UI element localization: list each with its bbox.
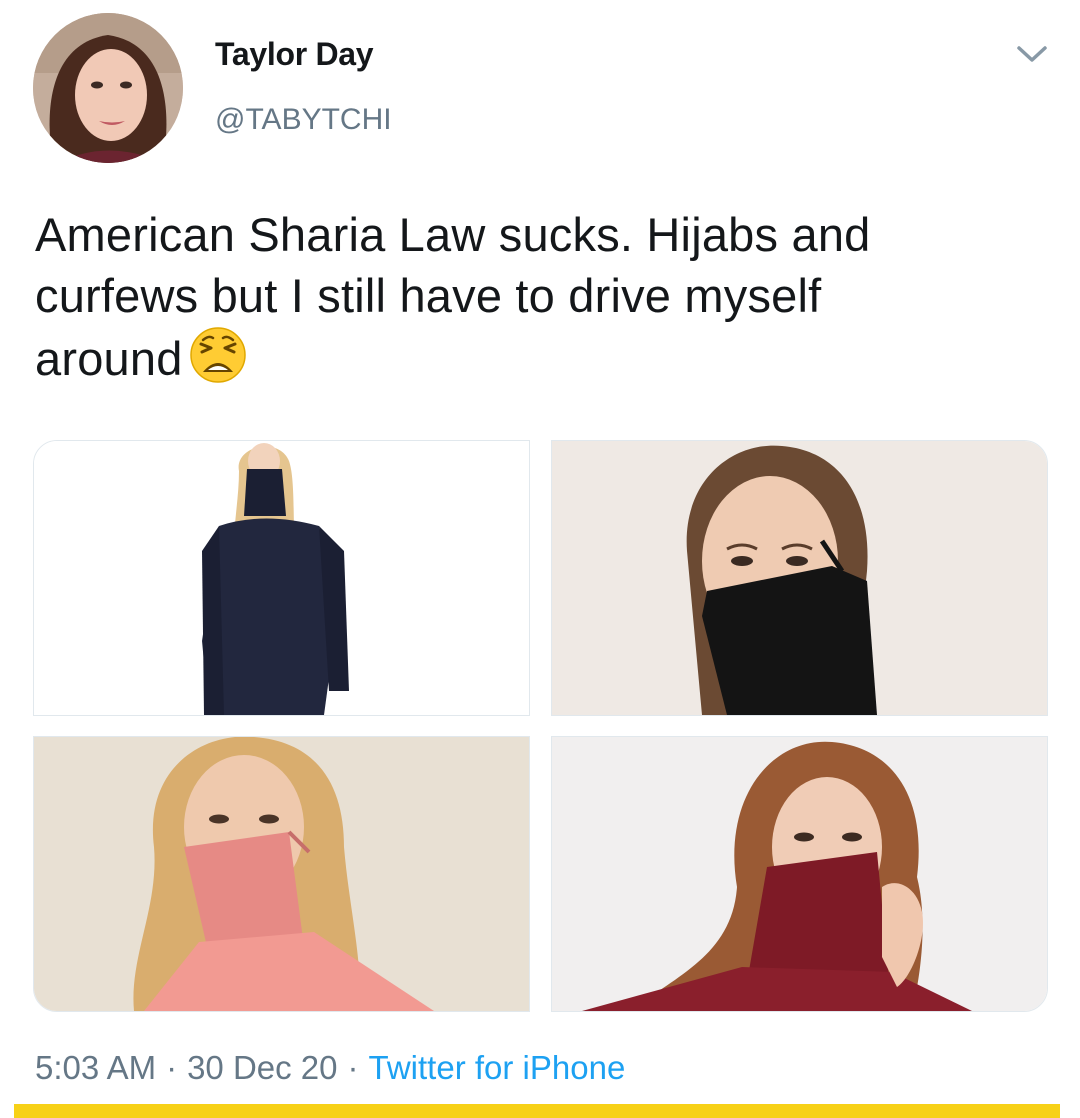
meta-separator: · <box>347 1049 359 1086</box>
tweet-media-3[interactable] <box>33 736 530 1012</box>
display-name[interactable]: Taylor Day <box>215 36 374 73</box>
avatar[interactable] <box>33 13 183 163</box>
tweet-text: American Sharia Law sucks. Hijabs and cu… <box>35 204 1045 398</box>
tweet-text-line-with-emoji: around <box>35 326 1045 398</box>
chevron-down-icon[interactable] <box>1012 36 1052 70</box>
photo-black-face-covering-icon <box>552 441 1047 715</box>
tweet-date: 30 Dec 20 <box>187 1049 338 1086</box>
photo-navy-sweater-icon <box>34 441 529 715</box>
profile-photo-icon <box>33 13 183 163</box>
meta-separator: · <box>166 1049 178 1086</box>
tweet-meta: 5:03 AM · 30 Dec 20 · Twitter for iPhone <box>35 1049 625 1087</box>
user-handle[interactable]: @TABYTCHI <box>215 103 392 137</box>
photo-burgundy-turtleneck-icon <box>552 737 1047 1011</box>
tweet-media-4[interactable] <box>551 736 1048 1012</box>
tweet-text-line: American Sharia Law sucks. Hijabs and <box>35 208 871 261</box>
tweet-text-line: around <box>35 332 183 385</box>
tweet-text-line: curfews but I still have to drive myself <box>35 269 822 322</box>
tweet-time: 5:03 AM <box>35 1049 157 1086</box>
tweet-media-2[interactable] <box>551 440 1048 716</box>
photo-pink-turtleneck-icon <box>34 737 529 1011</box>
accent-bar <box>14 1104 1060 1118</box>
tweet-source-link[interactable]: Twitter for iPhone <box>369 1049 626 1086</box>
tweet-media-1[interactable] <box>33 440 530 716</box>
weary-face-emoji-icon <box>189 326 247 398</box>
